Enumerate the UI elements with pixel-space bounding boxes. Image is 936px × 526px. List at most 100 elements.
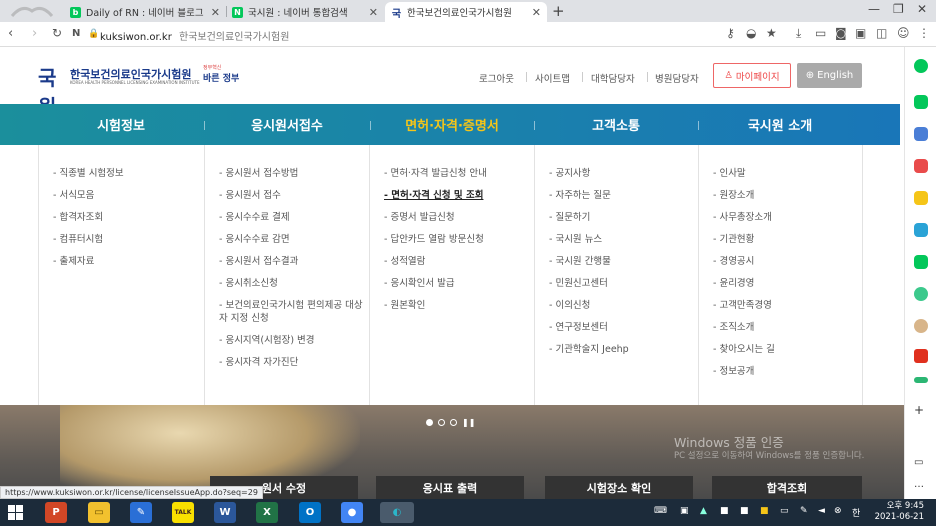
forward-icon[interactable]: ›	[32, 26, 37, 41]
green-app-icon[interactable]	[914, 59, 928, 73]
menu-item[interactable]: - 컴퓨터시험	[39, 229, 204, 251]
tab-kuksiwon[interactable]: 국 한국보건의료인국가시험원 ✕	[385, 2, 547, 22]
reload-icon[interactable]: ↻	[52, 26, 62, 40]
menu-item[interactable]: - 민원신고센터	[535, 273, 698, 295]
menu-item[interactable]: - 응시수수료 결제	[205, 207, 369, 229]
tab-blog[interactable]: b Daily of RN : 네이버 블로그 ✕	[64, 2, 226, 22]
quick-print-ticket[interactable]: 응시표 출력	[376, 476, 524, 499]
menu-item[interactable]: - 국시원 간행물	[535, 251, 698, 273]
character-icon[interactable]	[914, 319, 928, 333]
menu-item[interactable]: - 출제자료	[39, 251, 204, 273]
extension-icon[interactable]: ◒	[746, 26, 756, 40]
keyboard-icon[interactable]: ⌨	[654, 506, 667, 516]
quick-exam-location[interactable]: 시험장소 확인	[545, 476, 693, 499]
menu-item[interactable]: - 사무총장소개	[699, 207, 862, 229]
gnb-about[interactable]: 국시원 소개	[698, 104, 862, 145]
new-tab-button[interactable]: +	[552, 2, 565, 20]
chrome-icon[interactable]: ●	[341, 502, 363, 523]
translate-app-icon[interactable]	[914, 223, 928, 237]
menu-item[interactable]: - 국시원 뉴스	[535, 229, 698, 251]
menu-item[interactable]: - 질문하기	[535, 207, 698, 229]
translate-icon[interactable]: ▣	[855, 26, 866, 40]
key-icon[interactable]: ⚷	[726, 26, 735, 40]
menu-item[interactable]: - 응시확인서 발급	[370, 273, 534, 295]
english-button[interactable]: ⊕ English	[797, 63, 862, 88]
screen-capture-icon[interactable]: ▭	[815, 26, 826, 40]
windows-start-icon[interactable]	[8, 505, 23, 520]
menu-item[interactable]: - 찾아오시는 길	[699, 339, 862, 361]
pocket-icon[interactable]	[914, 159, 928, 173]
slide-dot-active[interactable]	[426, 419, 433, 426]
clock[interactable]: 오후 9:45 2021-06-21	[872, 501, 924, 523]
calendar-icon[interactable]	[914, 127, 928, 141]
logout-link[interactable]: 로그아웃	[479, 71, 514, 85]
menu-item[interactable]: - 원장소개	[699, 185, 862, 207]
naver-icon[interactable]	[914, 95, 928, 109]
tray-icon[interactable]: ■	[760, 506, 769, 516]
menu-item[interactable]: - 자주하는 질문	[535, 185, 698, 207]
close-tab-icon[interactable]: ✕	[211, 6, 220, 19]
menu-item[interactable]: - 윤리경영	[699, 273, 862, 295]
menu-item[interactable]: - 응시원서 접수결과	[205, 251, 369, 273]
menu-item[interactable]: - 정보공개	[699, 361, 862, 383]
menu-item[interactable]: - 응시수수료 감면	[205, 229, 369, 251]
star-app-icon[interactable]	[914, 191, 928, 205]
tray-icon[interactable]: ■	[720, 506, 729, 516]
tab-naver-search[interactable]: N 국시원 : 네이버 통합검색 ✕	[226, 2, 384, 22]
outlook-icon[interactable]: O	[299, 502, 321, 523]
network-icon[interactable]: ▲	[700, 506, 707, 516]
mute-icon[interactable]: ⊗	[834, 506, 842, 516]
gnb-application[interactable]: 응시원서접수	[204, 104, 370, 145]
quick-pass-result[interactable]: 합격조회	[712, 476, 862, 499]
file-explorer-icon[interactable]: ▭	[88, 502, 110, 523]
university-staff-link[interactable]: 대학담당자	[591, 71, 635, 85]
whale-browser-icon[interactable]: ◐	[380, 502, 414, 523]
url-field[interactable]: kuksiwon.or.kr 한국보건의료인국가시험원	[100, 28, 289, 43]
back-icon[interactable]: ‹	[8, 26, 13, 41]
ime-icon[interactable]: 한	[852, 506, 860, 519]
menu-item[interactable]: - 원본확인	[370, 295, 534, 317]
menu-item[interactable]: - 보건의료인국가시험 편의제공 대상자 지정 신청	[205, 295, 369, 330]
close-tab-icon[interactable]: ✕	[532, 6, 541, 19]
mypage-button[interactable]: ♙ 마이페이지	[713, 63, 791, 88]
gnb-license[interactable]: 면허·자격·증명서	[370, 104, 534, 145]
menu-item[interactable]: - 기관학술지 Jeehp	[535, 339, 698, 361]
slide-dot[interactable]	[438, 419, 445, 426]
add-icon[interactable]: +	[914, 403, 928, 417]
menu-item[interactable]: - 응시취소신청	[205, 273, 369, 295]
menu-item[interactable]: - 이의신청	[535, 295, 698, 317]
menu-icon[interactable]: ⋮	[918, 26, 930, 40]
pause-icon[interactable]: ❚❚	[462, 418, 475, 427]
close-window-icon[interactable]: ✕	[917, 2, 927, 16]
menu-item[interactable]: - 응시원서 접수방법	[205, 163, 369, 185]
restore-icon[interactable]: ❐	[893, 2, 904, 16]
menu-item[interactable]: - 응시원서 접수	[205, 185, 369, 207]
more-icon[interactable]: …	[914, 479, 928, 493]
word-icon[interactable]: W	[214, 502, 236, 523]
menu-item[interactable]: - 조직소개	[699, 317, 862, 339]
camera-icon[interactable]: ◙	[835, 26, 847, 40]
panel-icon[interactable]: ▭	[914, 457, 928, 471]
menu-item[interactable]: - 기관현황	[699, 229, 862, 251]
menu-item[interactable]: - 공지사항	[535, 163, 698, 185]
minimize-icon[interactable]: —	[868, 2, 880, 16]
naver-home-icon[interactable]: N	[72, 28, 80, 39]
menu-item[interactable]: - 증명서 발급신청	[370, 207, 534, 229]
menu-item[interactable]: - 연구정보센터	[535, 317, 698, 339]
menu-item[interactable]: - 직종별 시험정보	[39, 163, 204, 185]
powerpoint-icon[interactable]: P	[45, 502, 67, 523]
sidebar-toggle-icon[interactable]: ◫	[876, 26, 887, 40]
excel-icon[interactable]: X	[256, 502, 278, 523]
kakaotalk-icon[interactable]: TALK	[172, 502, 194, 523]
note-icon[interactable]	[914, 255, 928, 269]
gnb-customer[interactable]: 고객소통	[534, 104, 698, 145]
menu-item[interactable]: - 답안카드 열람 방문신청	[370, 229, 534, 251]
menu-item[interactable]: - 서식모음	[39, 185, 204, 207]
bookmark-star-icon[interactable]: ★	[766, 26, 777, 40]
play-icon[interactable]	[914, 287, 928, 301]
download-icon[interactable]: ⤓	[796, 26, 801, 41]
menu-item[interactable]: - 인사말	[699, 163, 862, 185]
menu-item[interactable]: - 응시지역(시험장) 변경	[205, 330, 369, 352]
tray-icon[interactable]: ■	[740, 506, 749, 516]
battery-icon[interactable]: ▭	[780, 506, 789, 516]
